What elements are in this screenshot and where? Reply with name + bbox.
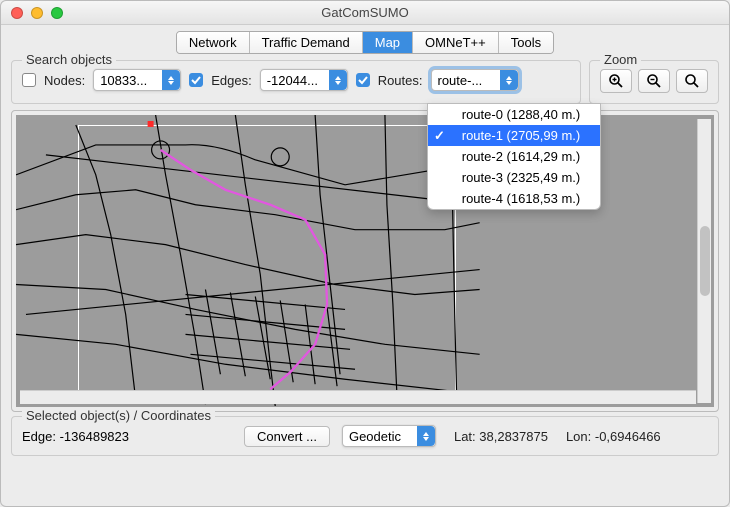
routes-dropdown[interactable]: route-0 (1288,40 m.) route-1 (2705,99 m.… xyxy=(427,103,601,210)
edges-select[interactable]: -12044... xyxy=(260,69,348,91)
chevron-updown-icon xyxy=(500,70,518,90)
route-option-3[interactable]: route-3 (2325,49 m.) xyxy=(428,167,600,188)
zoom-fit-button[interactable] xyxy=(676,69,708,93)
zoom-out-button[interactable] xyxy=(638,69,670,93)
zoom-in-button[interactable] xyxy=(600,69,632,93)
map-canvas[interactable] xyxy=(16,115,714,407)
tab-map[interactable]: Map xyxy=(363,32,413,53)
road-network-icon xyxy=(16,115,714,406)
map-panel xyxy=(11,110,719,412)
zoom-legend: Zoom xyxy=(600,52,641,67)
lon-label: Lon: -0,6946466 xyxy=(566,429,661,444)
lat-label: Lat: 38,2837875 xyxy=(454,429,548,444)
magnifier-plus-icon xyxy=(608,73,624,89)
tab-bar: Network Traffic Demand Map OMNeT++ Tools xyxy=(1,31,729,54)
controls-row: Search objects Nodes: 10833... Edges: -1… xyxy=(11,60,719,104)
scrollbar-thumb[interactable] xyxy=(700,226,710,296)
tab-group: Network Traffic Demand Map OMNeT++ Tools xyxy=(176,31,554,54)
routes-label: Routes: xyxy=(378,73,423,88)
tab-tools[interactable]: Tools xyxy=(499,32,553,53)
tab-traffic-demand[interactable]: Traffic Demand xyxy=(250,32,363,53)
search-legend: Search objects xyxy=(22,52,116,67)
chevron-updown-icon xyxy=(417,426,435,446)
title-bar: GatComSUMO xyxy=(1,1,729,25)
route-option-4[interactable]: route-4 (1618,53 m.) xyxy=(428,188,600,209)
magnifier-icon xyxy=(684,73,700,89)
search-objects-panel: Search objects Nodes: 10833... Edges: -1… xyxy=(11,60,581,104)
route-option-2[interactable]: route-2 (1614,29 m.) xyxy=(428,146,600,167)
nodes-checkbox[interactable] xyxy=(22,73,36,87)
selected-edge-label: Edge: -136489823 xyxy=(22,429,232,444)
nodes-label: Nodes: xyxy=(44,73,85,88)
selected-panel: Selected object(s) / Coordinates Edge: -… xyxy=(11,416,719,456)
selected-legend: Selected object(s) / Coordinates xyxy=(22,408,215,423)
chevron-updown-icon xyxy=(329,70,347,90)
magnifier-minus-icon xyxy=(646,73,662,89)
tab-omnetpp[interactable]: OMNeT++ xyxy=(413,32,499,53)
routes-checkbox[interactable] xyxy=(356,73,370,87)
coord-system-select[interactable]: Geodetic xyxy=(342,425,436,447)
map-vertical-scrollbar[interactable] xyxy=(697,119,711,403)
edges-checkbox[interactable] xyxy=(189,73,203,87)
window-title: GatComSUMO xyxy=(1,5,729,20)
zoom-panel: Zoom xyxy=(589,60,719,104)
tab-network[interactable]: Network xyxy=(177,32,250,53)
chevron-updown-icon xyxy=(162,70,180,90)
nodes-select[interactable]: 10833... xyxy=(93,69,181,91)
convert-button[interactable]: Convert ... xyxy=(244,426,330,447)
selected-panel-wrap: Selected object(s) / Coordinates Edge: -… xyxy=(11,416,719,456)
route-option-0[interactable]: route-0 (1288,40 m.) xyxy=(428,104,600,125)
routes-select[interactable]: route-... xyxy=(431,69,519,91)
edges-label: Edges: xyxy=(211,73,251,88)
map-horizontal-scrollbar[interactable] xyxy=(20,390,696,404)
route-option-1[interactable]: route-1 (2705,99 m.) xyxy=(428,125,600,146)
